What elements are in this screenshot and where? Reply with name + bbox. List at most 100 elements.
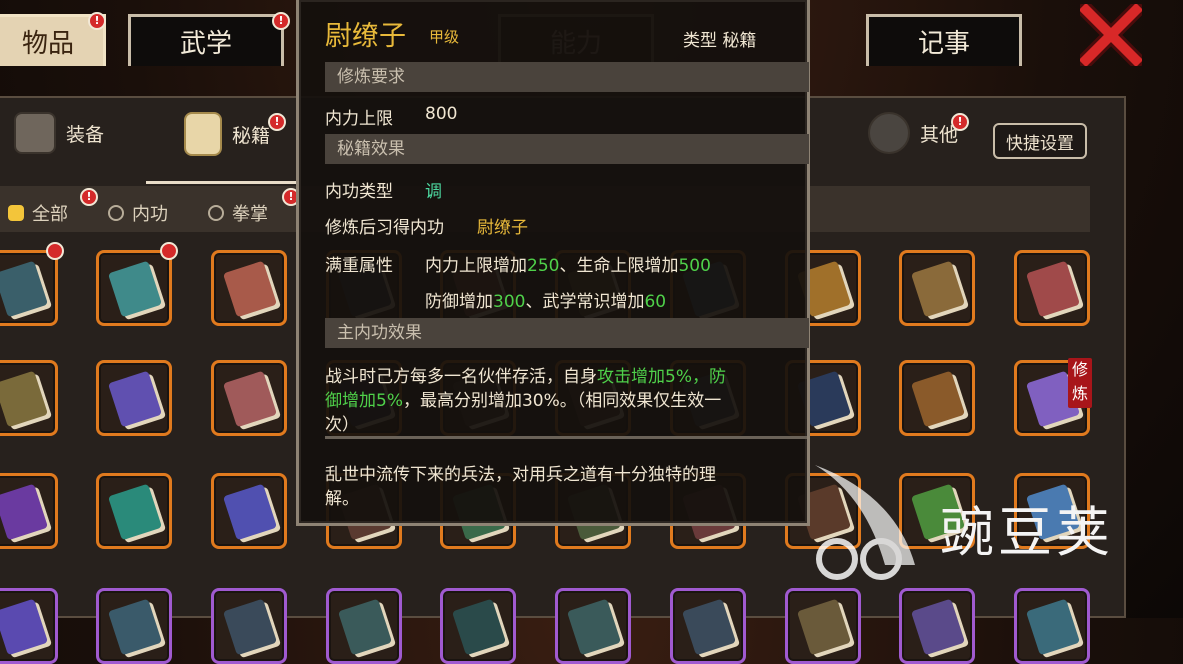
filter-all[interactable]: 全部	[8, 200, 68, 226]
inventory-slot[interactable]	[211, 360, 287, 436]
tooltip-attr-line-1: 内力上限增加250、生命上限增加500	[425, 256, 711, 276]
inventory-slot[interactable]	[785, 588, 861, 664]
category-secret-books-badge: !	[268, 113, 286, 131]
tooltip-type: 类型 秘籍	[683, 31, 757, 51]
filter-fist-palm[interactable]: 拳掌	[208, 200, 268, 226]
book-icon	[910, 370, 966, 428]
armor-icon	[14, 112, 56, 154]
watermark-text: 豌豆荚	[940, 501, 1114, 564]
tooltip-main-effect-line-3: 次）	[325, 415, 359, 435]
category-other-badge: !	[951, 113, 969, 131]
filter-fist-palm-label: 拳掌	[232, 204, 268, 225]
book-icon	[222, 260, 278, 318]
tab-journal-label: 记事	[917, 29, 970, 59]
inventory-slot[interactable]	[899, 360, 975, 436]
category-active-underline	[146, 181, 296, 184]
tooltip-learn-value: 尉缭子	[477, 218, 528, 238]
tooltip-attr-line-2: 防御增加300、武学常识增加60	[425, 292, 667, 312]
book-icon	[0, 370, 49, 428]
tooltip-learn-label: 修炼后习得内功	[325, 218, 444, 238]
inventory-slot[interactable]	[211, 473, 287, 549]
filter-internal[interactable]: 内功	[108, 200, 168, 226]
tooltip-req-label: 内力上限	[325, 109, 393, 129]
tab-journal[interactable]: 记事	[866, 14, 1022, 66]
tooltip-title: 尉缭子	[325, 21, 406, 52]
filter-internal-radio[interactable]	[108, 205, 124, 221]
inventory-slot[interactable]	[899, 588, 975, 664]
inventory-slot[interactable]	[440, 588, 516, 664]
book-icon	[1025, 598, 1081, 656]
filter-all-label: 全部	[32, 204, 68, 225]
book-icon	[796, 598, 852, 656]
tooltip-full-attr-label: 满重属性	[325, 256, 393, 276]
book-icon	[910, 598, 966, 656]
filter-all-badge: !	[80, 188, 98, 206]
inventory-slot[interactable]	[670, 588, 746, 664]
tooltip-grade: 甲级	[429, 28, 460, 46]
inventory-slot[interactable]	[96, 360, 172, 436]
tooltip-main-effect-line-2: 御增加5%，最高分别增加30%。（相同效果仅生效一	[325, 391, 722, 411]
book-icon	[451, 598, 507, 656]
inventory-slot[interactable]	[96, 588, 172, 664]
book-icon	[107, 260, 163, 318]
new-item-badge	[160, 242, 178, 260]
book-icon	[222, 483, 278, 541]
book-icon	[107, 370, 163, 428]
tooltip-description-line-1: 乱世中流传下来的兵法，对用兵之道有十分独特的理	[325, 465, 716, 485]
close-icon[interactable]	[1080, 4, 1142, 66]
tab-items-label: 物品	[21, 29, 74, 59]
scroll-book-icon	[184, 112, 222, 156]
inventory-slot[interactable]	[96, 473, 172, 549]
book-icon	[0, 598, 49, 656]
book-icon	[107, 598, 163, 656]
book-icon	[0, 260, 49, 318]
tooltip-req-value: 800	[425, 104, 458, 124]
filter-all-radio[interactable]	[8, 205, 24, 221]
new-item-badge	[46, 242, 64, 260]
tab-martial-arts-alert-badge: !	[272, 12, 290, 30]
tooltip-effect-header: 秘籍效果	[325, 134, 809, 164]
tooltip-internal-type-label: 内功类型	[325, 182, 393, 202]
cultivate-tag: 修炼	[1068, 358, 1092, 408]
inventory-slot[interactable]	[0, 250, 58, 326]
tooltip-main-effect-line-1: 战斗时己方每多一名伙伴存活，自身攻击增加5%，防	[325, 367, 726, 387]
book-icon	[337, 598, 393, 656]
inventory-slot[interactable]	[1014, 250, 1090, 326]
book-icon	[222, 598, 278, 656]
category-secret-books[interactable]: 秘籍	[184, 112, 270, 156]
book-icon	[681, 598, 737, 656]
tab-martial-arts[interactable]: 武学	[128, 14, 284, 66]
book-icon	[566, 598, 622, 656]
inventory-slot[interactable]	[211, 250, 287, 326]
misc-icon	[868, 112, 910, 154]
tooltip-requirement-header: 修炼要求	[325, 62, 809, 92]
filter-fist-palm-radio[interactable]	[208, 205, 224, 221]
inventory-slot[interactable]	[0, 473, 58, 549]
inventory-slot[interactable]	[0, 588, 58, 664]
shortcut-settings-button[interactable]: 快捷设置	[993, 123, 1087, 159]
tooltip-description-line-2: 解。	[325, 489, 359, 509]
inventory-slot[interactable]	[1014, 588, 1090, 664]
book-icon	[910, 260, 966, 318]
book-icon	[1025, 260, 1081, 318]
tooltip-divider	[325, 436, 807, 439]
category-equipment[interactable]: 装备	[14, 112, 104, 154]
tab-items-alert-badge: !	[88, 12, 106, 30]
inventory-slot[interactable]	[899, 250, 975, 326]
inventory-slot[interactable]	[211, 588, 287, 664]
tooltip-internal-type-value: 调	[425, 182, 442, 202]
tab-martial-arts-label: 武学	[179, 29, 232, 59]
category-other[interactable]: 其他	[868, 112, 958, 154]
book-icon	[222, 370, 278, 428]
item-tooltip: 尉缭子 甲级 类型 秘籍 修炼要求 内力上限 800 秘籍效果 内功类型 调 修…	[296, 0, 810, 526]
inventory-slot[interactable]	[96, 250, 172, 326]
category-equipment-label: 装备	[66, 123, 105, 146]
filter-internal-label: 内功	[132, 204, 168, 225]
book-icon	[107, 483, 163, 541]
tooltip-main-effect-header: 主内功效果	[325, 318, 809, 348]
inventory-slot[interactable]	[326, 588, 402, 664]
inventory-slot[interactable]	[0, 360, 58, 436]
book-icon	[0, 483, 49, 541]
inventory-slot[interactable]	[555, 588, 631, 664]
category-secret-books-label: 秘籍	[232, 124, 271, 147]
